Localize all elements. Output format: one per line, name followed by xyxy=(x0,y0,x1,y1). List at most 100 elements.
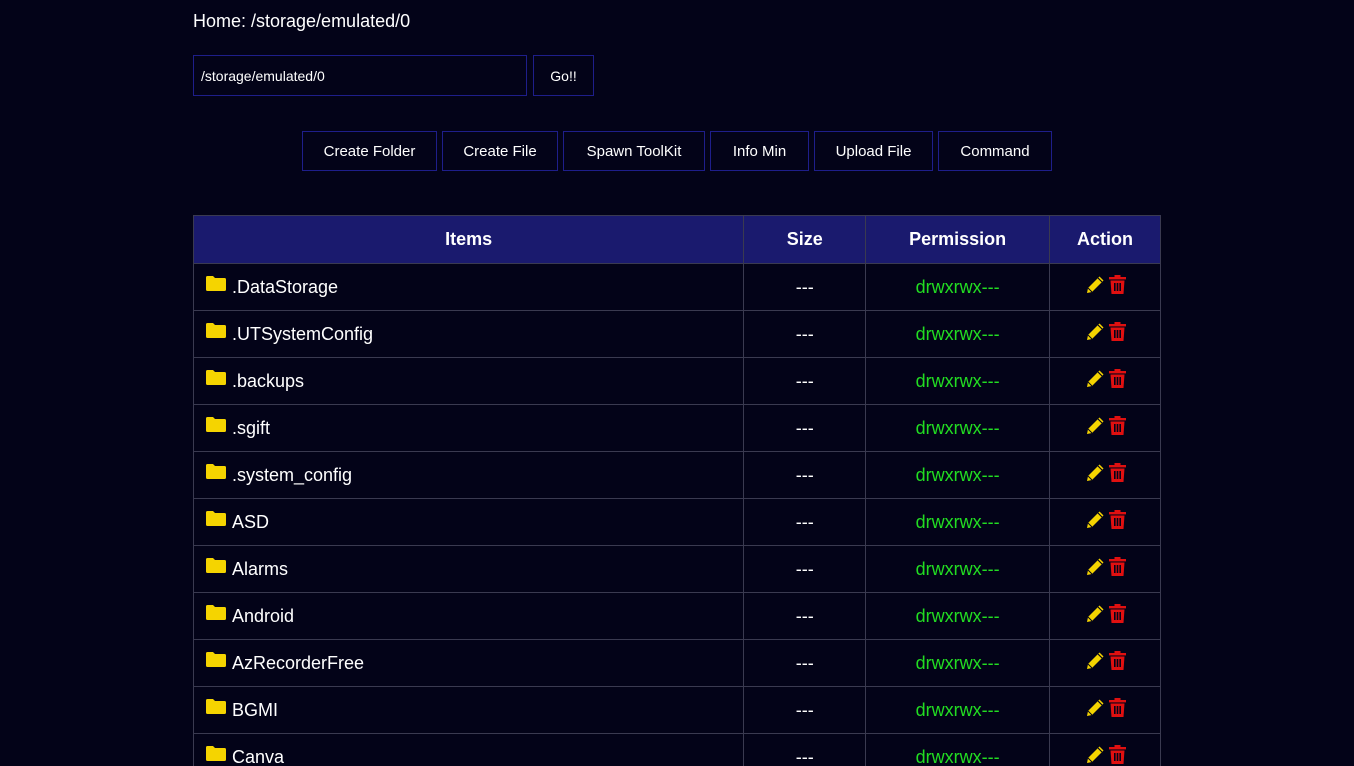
size-cell: --- xyxy=(743,357,867,405)
item-name-link[interactable]: Alarms xyxy=(232,559,288,579)
go-button[interactable]: Go!! xyxy=(533,55,594,96)
table-row: ASD --- drwxrwx--- xyxy=(192,498,1161,546)
item-cell[interactable]: Android xyxy=(192,592,745,640)
action-cell xyxy=(1049,639,1161,687)
column-header-action: Action xyxy=(1049,215,1161,264)
table-row: .backups --- drwxrwx--- xyxy=(192,357,1161,405)
pencil-icon[interactable] xyxy=(1085,604,1105,629)
info-min-button[interactable]: Info Min xyxy=(710,131,809,171)
table-row: .system_config --- drwxrwx--- xyxy=(192,451,1161,499)
item-name-link[interactable]: .backups xyxy=(232,371,304,391)
size-cell: --- xyxy=(743,592,867,640)
permission-cell: drwxrwx--- xyxy=(865,263,1051,311)
table-row: Canva --- drwxrwx--- xyxy=(192,733,1161,766)
pencil-icon[interactable] xyxy=(1085,557,1105,582)
pencil-icon[interactable] xyxy=(1085,745,1105,766)
folder-icon xyxy=(206,651,226,672)
item-cell[interactable]: .DataStorage xyxy=(192,263,745,311)
folder-icon xyxy=(206,275,226,296)
item-name-link[interactable]: .DataStorage xyxy=(232,277,338,297)
item-cell[interactable]: .system_config xyxy=(192,451,745,499)
trash-icon[interactable] xyxy=(1108,510,1126,534)
item-name-link[interactable]: AzRecorderFree xyxy=(232,653,364,673)
trash-icon[interactable] xyxy=(1108,322,1126,346)
action-cell xyxy=(1049,498,1161,546)
item-cell[interactable]: Alarms xyxy=(192,545,745,593)
action-cell xyxy=(1049,404,1161,452)
table-row: .UTSystemConfig --- drwxrwx--- xyxy=(192,310,1161,358)
pencil-icon[interactable] xyxy=(1085,416,1105,441)
item-cell[interactable]: BGMI xyxy=(192,686,745,734)
permission-cell: drwxrwx--- xyxy=(865,498,1051,546)
action-cell xyxy=(1049,592,1161,640)
item-name-link[interactable]: .system_config xyxy=(232,465,352,485)
table-header-row: Items Size Permission Action xyxy=(192,215,1161,264)
size-cell: --- xyxy=(743,498,867,546)
trash-icon[interactable] xyxy=(1108,604,1126,628)
table-row: BGMI --- drwxrwx--- xyxy=(192,686,1161,734)
trash-icon[interactable] xyxy=(1108,416,1126,440)
pencil-icon[interactable] xyxy=(1085,275,1105,300)
permission-cell: drwxrwx--- xyxy=(865,545,1051,593)
folder-icon xyxy=(206,510,226,531)
permission-cell: drwxrwx--- xyxy=(865,451,1051,499)
trash-icon[interactable] xyxy=(1108,745,1126,766)
folder-icon xyxy=(206,745,226,766)
folder-icon xyxy=(206,369,226,390)
action-cell xyxy=(1049,733,1161,766)
path-input[interactable] xyxy=(193,55,527,96)
size-cell: --- xyxy=(743,733,867,766)
create-folder-button[interactable]: Create Folder xyxy=(302,131,437,171)
table-row: Android --- drwxrwx--- xyxy=(192,592,1161,640)
upload-file-button[interactable]: Upload File xyxy=(814,131,933,171)
pencil-icon[interactable] xyxy=(1085,463,1105,488)
item-cell[interactable]: AzRecorderFree xyxy=(192,639,745,687)
pencil-icon[interactable] xyxy=(1085,369,1105,394)
trash-icon[interactable] xyxy=(1108,651,1126,675)
action-cell xyxy=(1049,263,1161,311)
file-manager-page: Home: /storage/emulated/0 Go!! Create Fo… xyxy=(0,0,1354,766)
item-name-link[interactable]: .sgift xyxy=(232,418,270,438)
item-cell[interactable]: Canva xyxy=(192,733,745,766)
action-cell xyxy=(1049,545,1161,593)
action-cell xyxy=(1049,451,1161,499)
permission-cell: drwxrwx--- xyxy=(865,733,1051,766)
action-cell xyxy=(1049,357,1161,405)
folder-icon xyxy=(206,698,226,719)
command-button[interactable]: Command xyxy=(938,131,1052,171)
pencil-icon[interactable] xyxy=(1085,510,1105,535)
table-row: .DataStorage --- drwxrwx--- xyxy=(192,263,1161,311)
item-name-link[interactable]: Android xyxy=(232,606,294,626)
folder-icon xyxy=(206,322,226,343)
trash-icon[interactable] xyxy=(1108,369,1126,393)
size-cell: --- xyxy=(743,639,867,687)
permission-cell: drwxrwx--- xyxy=(865,357,1051,405)
item-cell[interactable]: .backups xyxy=(192,357,745,405)
size-cell: --- xyxy=(743,686,867,734)
create-file-button[interactable]: Create File xyxy=(442,131,558,171)
folder-icon xyxy=(206,416,226,437)
size-cell: --- xyxy=(743,451,867,499)
table-row: Alarms --- drwxrwx--- xyxy=(192,545,1161,593)
trash-icon[interactable] xyxy=(1108,557,1126,581)
item-name-link[interactable]: ASD xyxy=(232,512,269,532)
folder-icon xyxy=(206,463,226,484)
action-cell xyxy=(1049,310,1161,358)
item-cell[interactable]: ASD xyxy=(192,498,745,546)
permission-cell: drwxrwx--- xyxy=(865,404,1051,452)
size-cell: --- xyxy=(743,545,867,593)
spawn-toolkit-button[interactable]: Spawn ToolKit xyxy=(563,131,705,171)
trash-icon[interactable] xyxy=(1108,698,1126,722)
trash-icon[interactable] xyxy=(1108,463,1126,487)
item-cell[interactable]: .UTSystemConfig xyxy=(192,310,745,358)
pencil-icon[interactable] xyxy=(1085,651,1105,676)
permission-cell: drwxrwx--- xyxy=(865,310,1051,358)
item-cell[interactable]: .sgift xyxy=(192,404,745,452)
pencil-icon[interactable] xyxy=(1085,698,1105,723)
item-name-link[interactable]: Canva xyxy=(232,747,284,766)
item-name-link[interactable]: .UTSystemConfig xyxy=(232,324,373,344)
folder-icon xyxy=(206,557,226,578)
trash-icon[interactable] xyxy=(1108,275,1126,299)
pencil-icon[interactable] xyxy=(1085,322,1105,347)
item-name-link[interactable]: BGMI xyxy=(232,700,278,720)
